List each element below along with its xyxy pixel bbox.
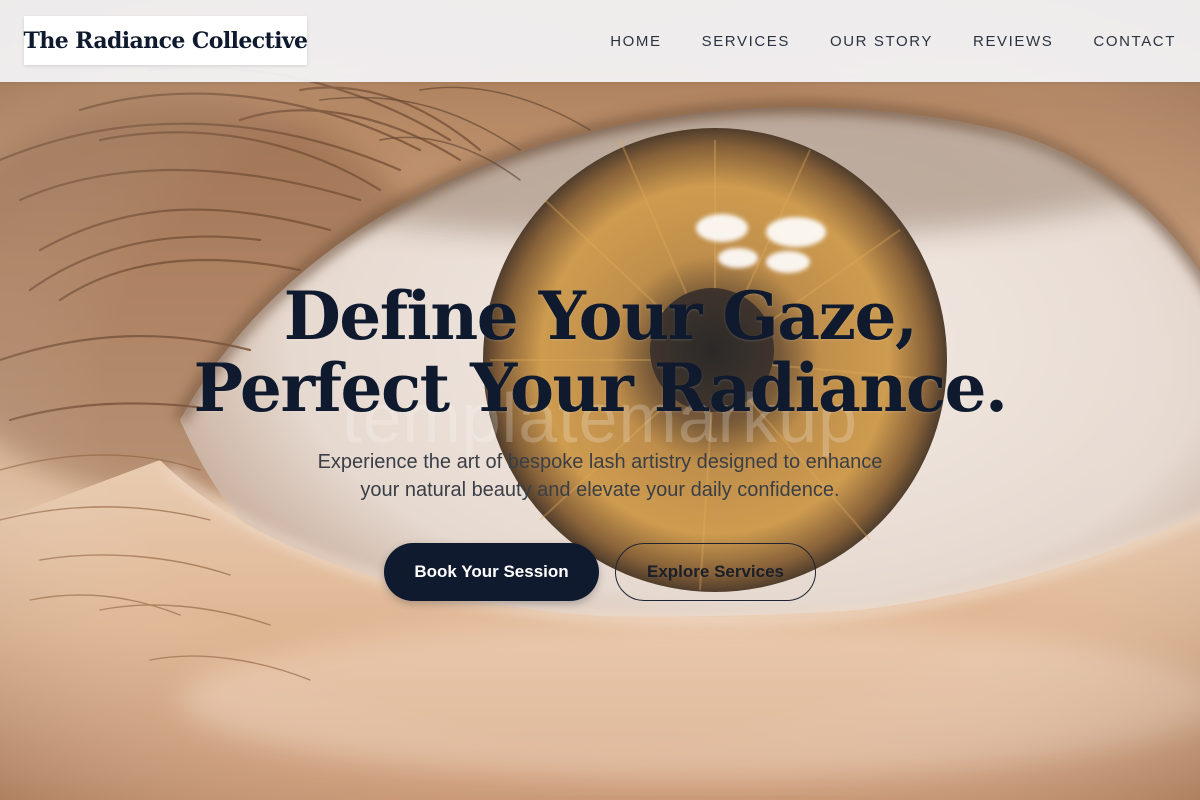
main-nav: HOME SERVICES OUR STORY REVIEWS CONTACT <box>610 0 1176 82</box>
book-session-button[interactable]: Book Your Session <box>384 543 599 601</box>
hero-subtext-line-2: your natural beauty and elevate your dai… <box>360 479 840 501</box>
brand-name: The Radiance Collective <box>23 27 309 54</box>
nav-item-home[interactable]: HOME <box>610 33 661 50</box>
site-header: The Radiance Collective HOME SERVICES OU… <box>0 0 1200 82</box>
logo[interactable]: The Radiance Collective <box>23 16 309 65</box>
nav-item-contact[interactable]: CONTACT <box>1093 33 1176 50</box>
hero-section: templatemarkup Define Your Gaze, Perfect… <box>0 0 1200 800</box>
hero-subtext-line-1: Experience the art of bespoke lash artis… <box>317 451 883 473</box>
nav-item-services[interactable]: SERVICES <box>702 33 790 50</box>
hero-headline-line-2: Perfect Your Radiance. <box>193 349 1008 427</box>
nav-item-our-story[interactable]: OUR STORY <box>830 33 933 50</box>
nav-item-reviews[interactable]: REVIEWS <box>973 33 1053 50</box>
hero-subtext: Experience the art of bespoke lash artis… <box>0 448 1200 504</box>
hero-headline-line-1: Define Your Gaze, <box>283 277 918 355</box>
explore-services-button[interactable]: Explore Services <box>615 543 816 601</box>
hero-headline: Define Your Gaze, Perfect Your Radiance. <box>0 280 1200 424</box>
